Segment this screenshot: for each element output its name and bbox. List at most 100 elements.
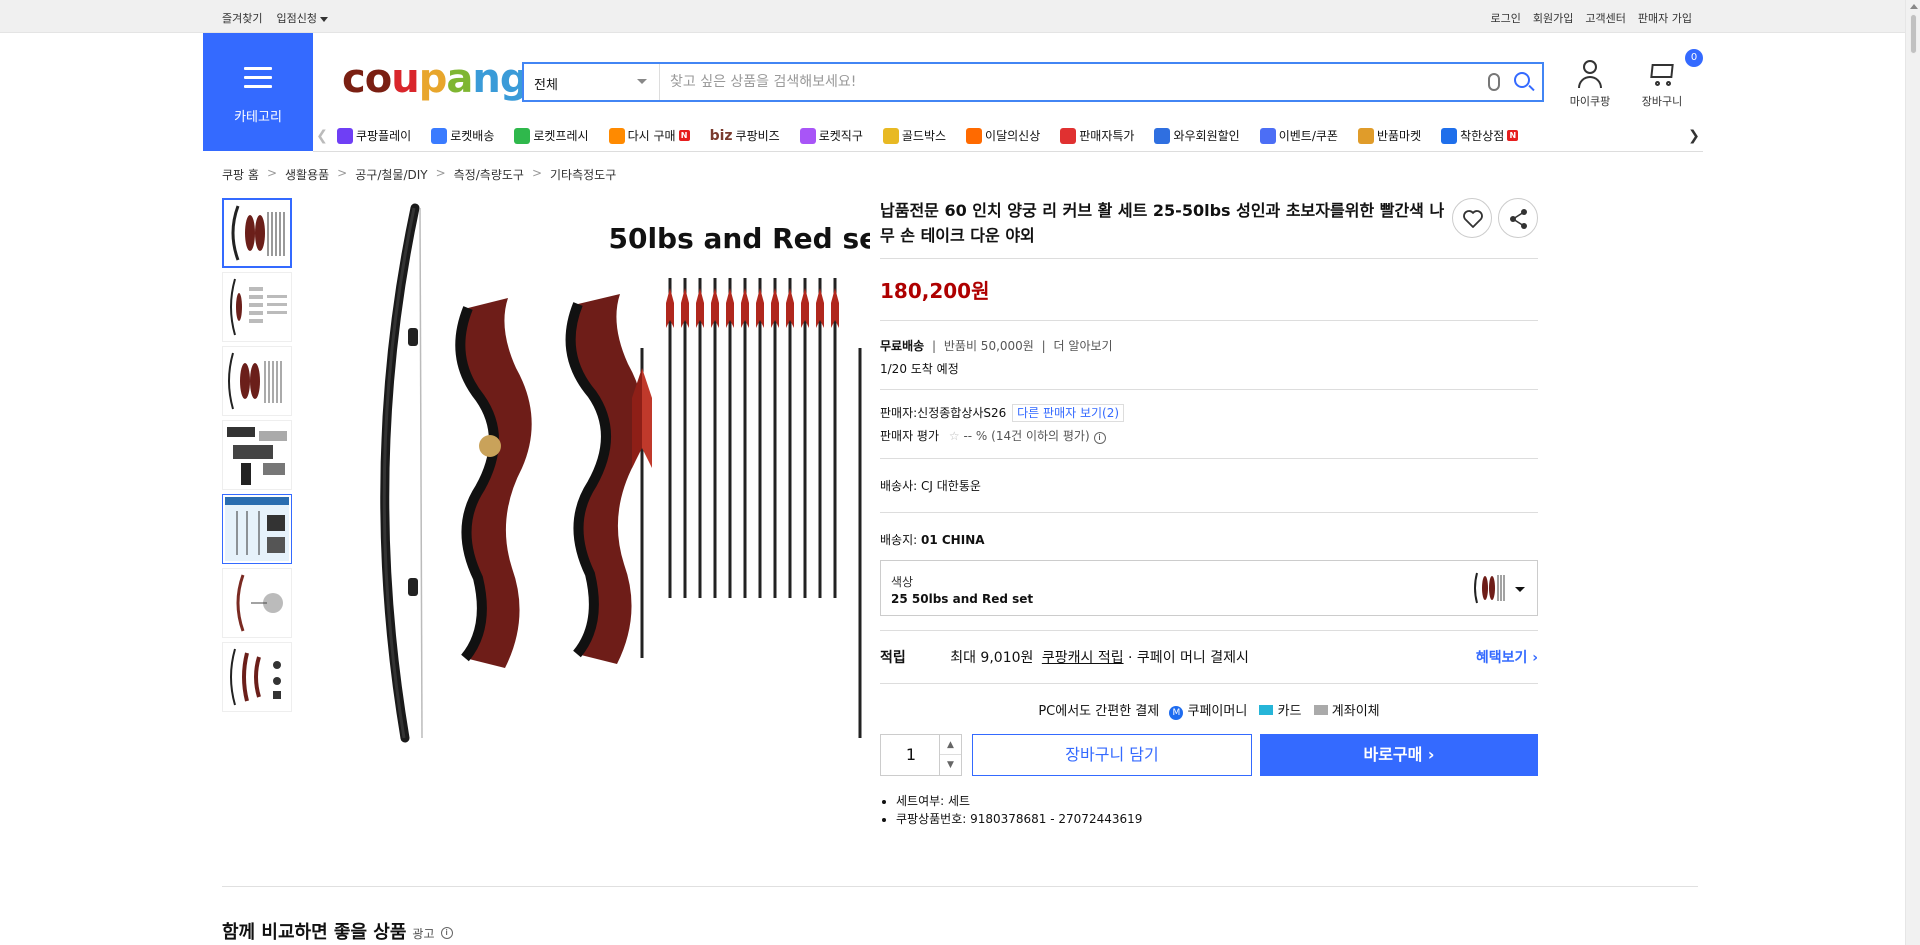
search-scope-value: 전체 xyxy=(534,78,558,93)
thumbnail-1[interactable] xyxy=(222,198,292,268)
breadcrumb-separator: > xyxy=(435,166,446,180)
wishlist-button[interactable] xyxy=(1452,198,1492,238)
ad-label: 광고 xyxy=(412,927,435,941)
service-nav-item[interactable]: 로켓프레시 xyxy=(514,127,589,144)
breadcrumb-home[interactable]: 쿠팡 홈 xyxy=(222,166,259,183)
service-nav-label: 이벤트/쿠폰 xyxy=(1278,129,1338,143)
login-link[interactable]: 로그인 xyxy=(1491,10,1521,26)
service-nav-item[interactable]: biz 쿠팡비즈 xyxy=(710,127,780,144)
thumbs-up-icon: ☆ xyxy=(948,429,960,443)
quantity-increase-icon[interactable]: ▲ xyxy=(940,735,961,755)
quantity-value[interactable]: 1 xyxy=(881,735,941,775)
breadcrumb-item[interactable]: 생활용품 xyxy=(285,166,329,183)
service-nav-label: 쿠팡비즈 xyxy=(735,129,780,143)
cart-button[interactable]: 0 장바구니 xyxy=(1632,49,1703,109)
signup-link[interactable]: 회원가입 xyxy=(1533,10,1573,26)
reward-max: 최대 9,010원 xyxy=(950,650,1034,666)
product-price: 180,200원 xyxy=(880,279,990,303)
service-nav-item[interactable]: 로켓직구 xyxy=(799,127,863,144)
divider xyxy=(880,458,1538,459)
search-input[interactable] xyxy=(670,70,1470,94)
option-thumbnail xyxy=(1474,572,1505,604)
breadcrumb-item[interactable]: 공구/철물/DIY xyxy=(355,166,427,183)
coupon-icon xyxy=(1259,127,1276,144)
origin-value: 01 CHINA xyxy=(921,533,985,547)
thumbnail-4[interactable] xyxy=(222,420,292,490)
caret-down-icon xyxy=(319,16,328,22)
page-scrollbar[interactable] xyxy=(1905,0,1920,945)
biz-icon: biz xyxy=(709,127,733,144)
return-market-icon xyxy=(1357,127,1374,144)
favorites-link[interactable]: 즐겨찾기 xyxy=(222,10,262,26)
coupang-logo[interactable]: coupang xyxy=(342,56,528,102)
search-icon[interactable] xyxy=(1514,72,1530,88)
product-title: 납품전문 60 인치 양궁 리 커브 활 세트 25-50lbs 성인과 초보자… xyxy=(880,201,1445,245)
breadcrumb-separator: > xyxy=(531,166,543,180)
buy-now-button[interactable]: 바로구매 › xyxy=(1260,734,1538,776)
service-nav-label: 로켓직구 xyxy=(818,129,863,143)
info-icon[interactable]: i xyxy=(440,927,453,939)
option-value: 25 50lbs and Red set xyxy=(891,592,1034,606)
scroll-thumb[interactable] xyxy=(1910,14,1917,54)
section-divider xyxy=(222,886,1698,887)
share-button[interactable] xyxy=(1498,198,1538,238)
seller-name[interactable]: 신정종합상사S26 xyxy=(917,406,1006,420)
add-to-cart-button[interactable]: 장바구니 담기 xyxy=(972,734,1252,776)
breadcrumb-item[interactable]: 기타측정도구 xyxy=(550,166,616,183)
wow-icon xyxy=(1154,127,1171,144)
benefit-link[interactable]: 혜택보기 › xyxy=(1476,647,1538,667)
thumbnail-2[interactable] xyxy=(222,272,292,342)
thumbnail-6[interactable] xyxy=(222,568,292,638)
learn-more-link[interactable]: 더 알아보기 xyxy=(1054,339,1113,353)
service-nav-item[interactable]: 다시 구매 N xyxy=(608,127,690,144)
thumbnail-7[interactable] xyxy=(222,642,292,712)
reward-label: 적립 xyxy=(880,650,906,666)
thumbnail-5[interactable] xyxy=(222,494,292,564)
category-menu-button[interactable]: 카테고리 xyxy=(203,33,313,151)
search-scope-select[interactable]: 전체 xyxy=(524,64,660,100)
rocket-fresh-icon xyxy=(514,127,531,144)
my-coupang-button[interactable]: 마이쿠팡 xyxy=(1562,58,1618,109)
seller-signup-link[interactable]: 판매자 가입 xyxy=(1638,10,1692,26)
buy-now-label: 바로구매 xyxy=(1363,745,1423,764)
service-nav-item[interactable]: 골드박스 xyxy=(882,127,946,144)
breadcrumb-separator: > xyxy=(266,166,277,180)
vendor-apply-link[interactable]: 입점신청 xyxy=(276,10,328,26)
thumbnail-3[interactable] xyxy=(222,346,292,416)
breadcrumb-item[interactable]: 측정/측량도구 xyxy=(454,166,524,183)
divider xyxy=(880,683,1538,684)
rebuy-icon xyxy=(608,127,625,144)
top-utility-bar: 즐겨찾기 입점신청 로그인 회원가입 고객센터 판매자 가입 xyxy=(0,0,1905,33)
new-badge: N xyxy=(1507,130,1519,141)
pay-method-coupay: 쿠페이머니 xyxy=(1187,704,1248,719)
option-key: 색상 xyxy=(891,575,914,589)
service-nav-item[interactable]: 와우회원할인 xyxy=(1154,127,1240,144)
chevron-left-icon[interactable]: ❮ xyxy=(313,128,331,144)
service-nav-item[interactable]: 쿠팡플레이 xyxy=(337,127,411,144)
microphone-icon[interactable] xyxy=(1488,73,1500,91)
service-nav-label: 쿠팡플레이 xyxy=(356,129,412,143)
quantity-decrease-icon[interactable]: ▼ xyxy=(940,755,961,775)
good-store-icon xyxy=(1441,127,1458,144)
customer-center-link[interactable]: 고객센터 xyxy=(1585,10,1625,26)
info-icon[interactable]: i xyxy=(1093,432,1106,444)
other-sellers-button[interactable]: 다른 판매자 보기(2) xyxy=(1012,404,1125,422)
coupang-cash-link[interactable]: 쿠팡캐시 적립 xyxy=(1042,650,1124,666)
service-nav-item[interactable]: 착한상점 N xyxy=(1441,127,1519,144)
rocket-icon xyxy=(431,127,448,144)
breadcrumb-separator: > xyxy=(337,166,348,180)
service-nav-label: 이달의신상 xyxy=(985,129,1041,143)
scroll-up-icon[interactable] xyxy=(1910,4,1918,9)
option-select[interactable]: 색상 25 50lbs and Red set xyxy=(880,560,1538,616)
service-nav-item[interactable]: 판매자특가 xyxy=(1060,127,1134,144)
user-icon xyxy=(1575,58,1605,88)
service-nav-item[interactable]: 로켓배송 xyxy=(431,127,494,144)
service-nav-label: 착한상점 xyxy=(1460,129,1505,143)
percent-icon xyxy=(1060,127,1077,144)
quantity-stepper[interactable]: 1 ▲ ▼ xyxy=(880,734,962,776)
service-nav-item[interactable]: 이달의신상 xyxy=(966,127,1040,144)
service-nav-item[interactable]: 이벤트/쿠폰 xyxy=(1259,127,1338,144)
chevron-right-icon[interactable]: ❯ xyxy=(1685,128,1703,144)
service-nav-item[interactable]: 반품마켓 xyxy=(1357,127,1421,144)
product-main-image[interactable]: 50lbs and Red set xyxy=(330,198,892,748)
